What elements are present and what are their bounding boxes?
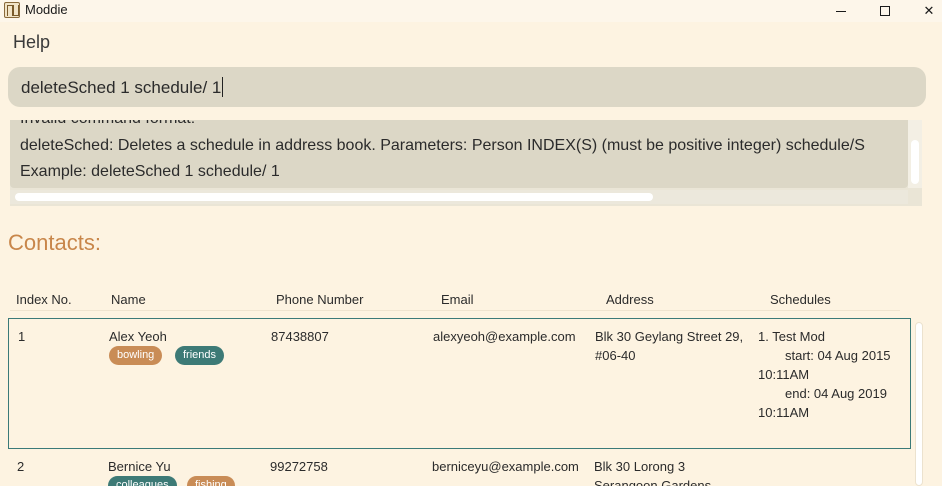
schedule-end: end: 04 Aug 2019 <box>785 386 887 401</box>
maximize-button[interactable] <box>862 0 908 22</box>
result-display: Invalid command format! deleteSched: Del… <box>10 120 922 206</box>
row-name: Alex Yeoh <box>109 329 167 344</box>
result-vertical-scroll-thumb[interactable] <box>911 140 919 184</box>
window-title: Moddie <box>25 2 68 17</box>
text-caret <box>222 77 224 97</box>
title-bar: Moddie ✕ <box>0 0 942 22</box>
app-logo-icon <box>4 2 20 18</box>
row-email: alexyeoh@example.com <box>433 329 576 344</box>
result-line-example: Example: deleteSched 1 schedule/ 1 <box>20 163 280 180</box>
header-schedules: Schedules <box>770 292 831 307</box>
schedule-title: 1. Test Mod <box>758 329 825 344</box>
maximize-icon <box>880 6 890 16</box>
close-icon: ✕ <box>923 3 935 19</box>
result-vertical-scrollbar[interactable] <box>908 120 922 188</box>
result-line-error: Invalid command format! <box>20 120 195 128</box>
contacts-vertical-scrollbar[interactable] <box>912 318 926 486</box>
minimize-button[interactable] <box>818 0 864 22</box>
row-email: berniceyu@example.com <box>432 459 579 474</box>
row-index: 1 <box>18 329 26 344</box>
result-text-area[interactable]: Invalid command format! deleteSched: Del… <box>10 120 908 188</box>
header-address: Address <box>606 292 654 307</box>
row-address-line-1: Blk 30 Lorong 3 <box>594 459 686 474</box>
schedule-start: start: 04 Aug 2015 <box>785 348 891 363</box>
result-line-usage: deleteSched: Deletes a schedule in addre… <box>20 137 865 154</box>
header-index: Index No. <box>16 292 72 307</box>
row-phone: 99272758 <box>270 459 328 474</box>
row-index: 2 <box>17 459 25 474</box>
schedule-start-time: 10:11AM <box>758 367 810 382</box>
row-address-line-2: Serangoon Gardens, <box>594 478 715 486</box>
result-horizontal-scroll-thumb[interactable] <box>15 193 653 201</box>
row-address-line-2: #06-40 <box>595 348 636 363</box>
command-input[interactable]: deleteSched 1 schedule/ 1 <box>8 67 926 107</box>
minimize-icon <box>836 10 846 12</box>
tag-fishing: fishing <box>187 476 235 486</box>
command-text: deleteSched 1 schedule/ 1 <box>21 77 224 98</box>
close-button[interactable]: ✕ <box>906 0 942 22</box>
result-horizontal-scrollbar[interactable] <box>10 190 908 204</box>
menu-help[interactable]: Help <box>13 32 50 53</box>
row-phone: 87438807 <box>271 329 329 344</box>
header-email: Email <box>441 292 474 307</box>
tag-bowling: bowling <box>109 346 163 365</box>
contacts-heading: Contacts: <box>8 230 101 255</box>
row-address-line-1: Blk 30 Geylang Street 29, <box>595 329 744 344</box>
command-value: deleteSched 1 schedule/ 1 <box>21 78 222 97</box>
tag-colleagues: colleagues <box>108 476 177 486</box>
header-divider <box>10 310 900 311</box>
tag-friends: friends <box>175 346 225 365</box>
row-name: Bernice Yu <box>108 459 171 474</box>
table-row[interactable]: 2 Bernice Yu colleagues fishing 99272758… <box>8 450 911 486</box>
table-row[interactable]: 1 Alex Yeoh bowling friends 87438807 ale… <box>8 318 911 449</box>
header-name: Name <box>111 292 146 307</box>
header-phone: Phone Number <box>276 292 364 307</box>
contacts-vertical-scroll-thumb[interactable] <box>915 322 923 486</box>
schedule-end-time: 10:11AM <box>758 405 810 420</box>
